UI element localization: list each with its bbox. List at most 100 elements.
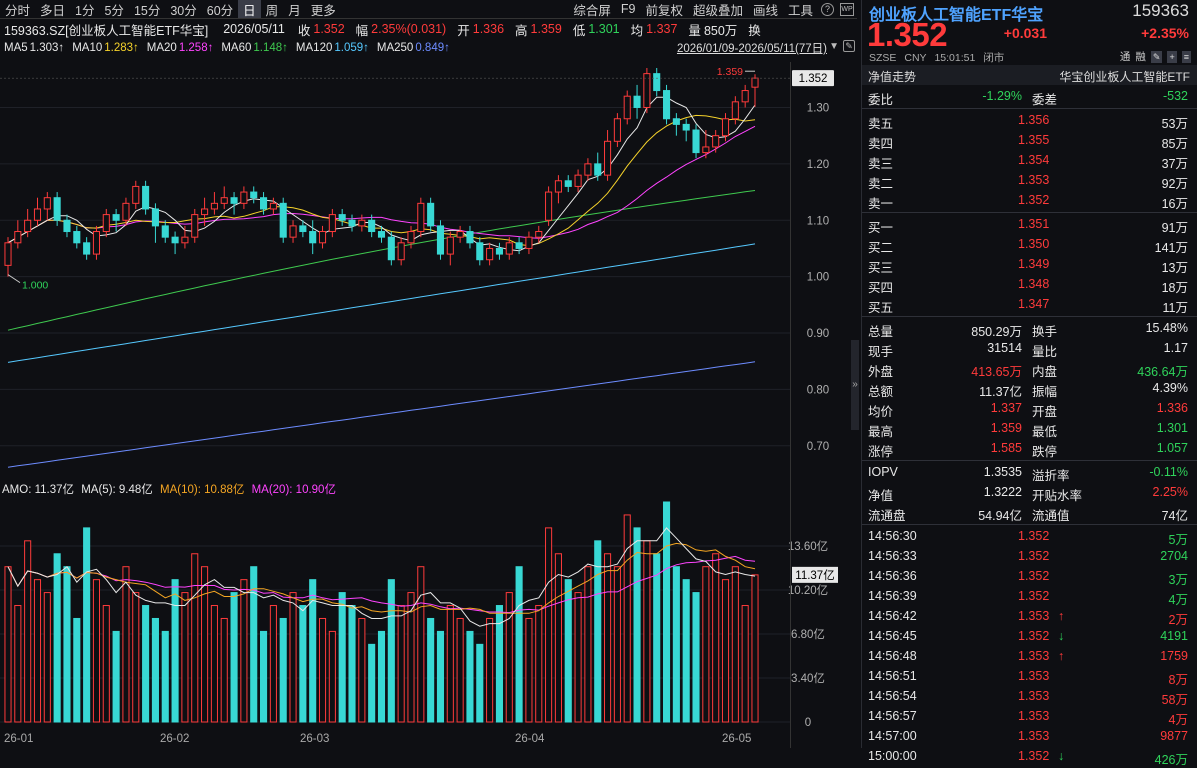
- toolbar-btn-0[interactable]: 综合屏: [568, 0, 616, 19]
- period-tab-4[interactable]: 15分: [129, 0, 165, 19]
- stat-value: 436.64万: [1137, 365, 1188, 379]
- more-icon[interactable]: ≡: [1181, 50, 1191, 63]
- bid-volume: 13万: [1161, 261, 1188, 275]
- candle-body: [53, 197, 61, 221]
- low-value: 1.301: [588, 22, 620, 36]
- volume-bar: [4, 566, 12, 723]
- volume-bar: [466, 630, 474, 723]
- stat-row: 最高 1.359 最低 1.301: [862, 419, 1197, 439]
- candle-body: [112, 214, 120, 221]
- volume-bar: [564, 579, 572, 723]
- bid-volume: 141万: [1154, 241, 1188, 255]
- open-value: 1.336: [472, 22, 505, 36]
- stat-value: 15.48%: [1145, 321, 1188, 335]
- kline-chart[interactable]: 1.30 1.20 1.10 1.00 0.90 0.80 0.70 1.352 1.359 1.…: [0, 62, 857, 480]
- stat-row: 外盘 413.65万 内盘 436.64万: [862, 359, 1197, 379]
- candle-body: [525, 236, 533, 249]
- candle-body: [43, 197, 51, 210]
- tick-volume: 5万: [1168, 533, 1188, 547]
- toolbar-btn-4[interactable]: 画线: [748, 0, 783, 19]
- period-tab-6[interactable]: 60分: [202, 0, 238, 19]
- candle-body: [427, 202, 435, 227]
- edit-icon[interactable]: ✎: [1150, 50, 1163, 63]
- bid-label: 买一: [868, 221, 894, 235]
- toolbar-btn-5[interactable]: 工具: [783, 0, 818, 19]
- toolbar-btn-2[interactable]: 前复权: [640, 0, 688, 19]
- ma-label-3: MA60: [221, 42, 252, 54]
- quote-panel: 创业板人工智能ETF华宝 159363 1.352 +0.031 +2.35% …: [861, 0, 1197, 767]
- fund-stat-label: 净值: [868, 489, 894, 503]
- ma-legend: MA5 1.303↑ MA10 1.283↑ MA20 1.258↑ MA60 1.148↑ M…: [4, 40, 458, 56]
- stat-label: 换手: [1032, 325, 1058, 339]
- period-tab-8[interactable]: 周: [261, 0, 284, 19]
- date-range-link[interactable]: 2026/01/09-2026/05/11(77日): [677, 40, 827, 56]
- candle-body: [535, 231, 543, 238]
- stat-value: 4.39%: [1152, 381, 1188, 395]
- candle-body: [161, 225, 169, 238]
- wp-icon[interactable]: WP: [840, 2, 854, 16]
- tick-volume: 9877: [1160, 729, 1188, 743]
- candle-body: [299, 225, 307, 233]
- volume-bar: [151, 617, 159, 723]
- axis-divider: [790, 62, 791, 748]
- period-tab-7[interactable]: 日: [238, 0, 261, 19]
- vol-current-label: 11.37亿: [795, 569, 834, 582]
- stat-label: 现手: [868, 345, 894, 359]
- period-tab-1[interactable]: 多日: [35, 0, 70, 19]
- stat-label: 量比: [1032, 345, 1058, 359]
- collapse-panel-button[interactable]: »: [851, 340, 859, 430]
- ask-label: 卖三: [868, 157, 894, 171]
- help-icon[interactable]: ?: [821, 2, 834, 16]
- volume-chart[interactable]: 13.60亿 10.20亿 6.80亿 3.40亿 0 11.37亿: [0, 496, 857, 730]
- period-tab-0[interactable]: 分时: [0, 0, 35, 19]
- nav-bar[interactable]: 净值走势 华宝创业板人工智能ETF: [862, 65, 1197, 85]
- ask-volume: 53万: [1161, 117, 1188, 131]
- weicha-value: -532: [1162, 89, 1188, 103]
- candle-body: [181, 236, 189, 244]
- period-tab-10[interactable]: 更多: [306, 0, 341, 19]
- stat-row: 总量 850.29万 换手 15.48%: [862, 319, 1197, 339]
- y-tick-label: 0.80: [807, 384, 829, 396]
- candle-body: [14, 231, 22, 244]
- tick-time: 14:57:00: [868, 729, 917, 743]
- volume-bar: [594, 540, 602, 723]
- toolbar-btn-1[interactable]: F9: [616, 2, 641, 16]
- volume-bar: [476, 643, 484, 723]
- candle-body: [584, 163, 592, 176]
- period-tab-2[interactable]: 1分: [70, 0, 99, 19]
- volume-bar: [191, 553, 199, 723]
- toolbar-btn-3[interactable]: 超级叠加: [688, 0, 748, 19]
- weibi-row: 委比 -1.29% 委差 -532: [862, 87, 1197, 107]
- chart-panel[interactable]: 分时 多日 1分 5分 15分 30分 60分日周月更多 综合屏 F9 前复权 超级叠加 画线 工具? W…: [0, 0, 859, 748]
- volume-bar: [751, 574, 759, 723]
- candle-body: [604, 140, 612, 176]
- y-tick-label: 1.10: [807, 215, 829, 227]
- volume-bar: [33, 579, 42, 723]
- vol-label: 量: [688, 23, 701, 38]
- trade-tick-row: 14:56:45 1.352 4191 ↓: [862, 627, 1197, 647]
- candle-body: [63, 219, 71, 233]
- bid-row: 买二 1.350 141万: [862, 235, 1197, 255]
- volume-bar: [427, 617, 435, 723]
- period-tab-3[interactable]: 5分: [99, 0, 128, 19]
- stat-value: 1.17: [1163, 341, 1188, 355]
- fund-stat-row: IOPV 1.3535 溢折率 -0.11%: [862, 463, 1197, 483]
- nav-trend-tab[interactable]: 净值走势: [868, 68, 916, 85]
- settings-icon[interactable]: ✎: [843, 40, 855, 52]
- period-tab-5[interactable]: 30分: [165, 0, 201, 19]
- tick-time: 14:56:48: [868, 649, 917, 663]
- ask-price: 1.356: [1018, 113, 1050, 127]
- candle-body: [564, 180, 572, 187]
- add-icon[interactable]: +: [1167, 50, 1177, 63]
- chevron-down-icon[interactable]: ▼: [829, 41, 839, 52]
- period-tab-9[interactable]: 月: [283, 0, 306, 19]
- price-change-pct: +2.35%: [1141, 25, 1189, 41]
- ask-price: 1.352: [1018, 193, 1050, 207]
- close-label: 收: [297, 23, 311, 38]
- vol-tick-label: 3.40亿: [791, 672, 825, 685]
- trade-tick-row: 15:00:00 1.352 426万 ↓: [862, 747, 1197, 767]
- volume-bar: [289, 592, 297, 723]
- volume-bar: [24, 540, 32, 723]
- ma-value-1: 1.283↑: [104, 42, 139, 54]
- candle-body: [545, 191, 553, 221]
